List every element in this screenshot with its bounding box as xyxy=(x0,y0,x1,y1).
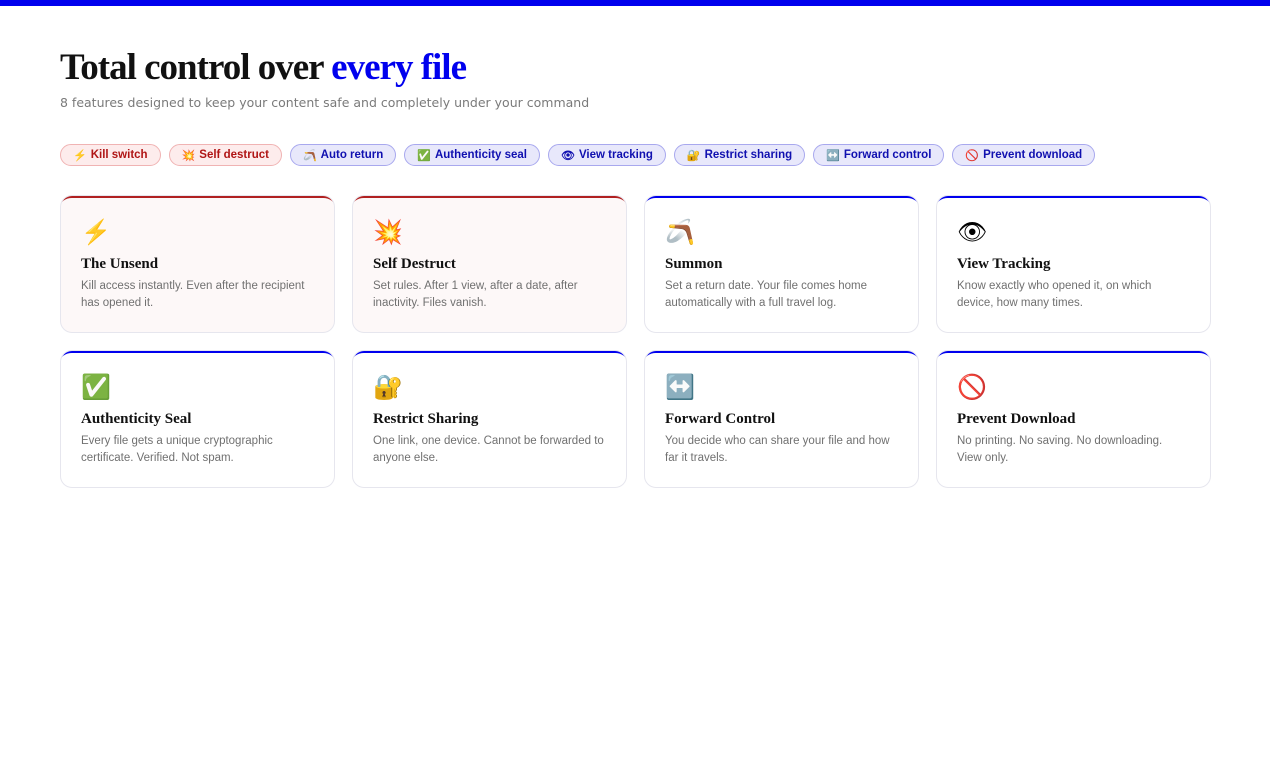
feature-card-description: Set rules. After 1 view, after a date, a… xyxy=(373,280,578,309)
feature-pill-label: Auto return xyxy=(320,149,384,161)
feature-pill-auto-return[interactable]: 🪃 Auto return xyxy=(289,144,397,166)
prohibited-icon: 🚫 xyxy=(957,374,987,401)
explosion-icon: 💥 xyxy=(181,149,196,162)
boomerang-icon: 🪃 xyxy=(302,149,317,162)
feature-card-title: The Unsend xyxy=(81,256,159,272)
checkmark-icon: ✅ xyxy=(81,374,111,401)
feature-pill-label: Forward control xyxy=(843,149,932,161)
lightning-icon: ⚡ xyxy=(81,219,111,246)
eye-icon: 👁 xyxy=(957,219,988,246)
left-right-arrow-icon: ↔️ xyxy=(826,149,840,162)
feature-card-summon: 🪃 Summon Set a return date. Your file come… xyxy=(644,195,919,333)
feature-pill-view-tracking[interactable]: 👁 View tracking xyxy=(548,144,666,166)
feature-card-self-destruct: 💥 Self Destruct Set rules. After 1 view, a… xyxy=(352,195,627,333)
feature-card-title: Self Destruct xyxy=(373,256,456,272)
page-title: Total control over every file xyxy=(60,46,467,89)
feature-card-description: No printing. No saving. No downloading. … xyxy=(957,435,1163,464)
feature-pill-kill-switch[interactable]: ⚡ Kill switch xyxy=(60,144,161,166)
feature-card-description: Know exactly who opened it, on which dev… xyxy=(957,280,1152,309)
feature-card-title: Prevent Download xyxy=(957,411,1076,427)
left-right-arrow-icon: ↔️ xyxy=(665,374,695,401)
page-title-accent: every file xyxy=(331,47,467,88)
feature-pill-label: Authenticity seal xyxy=(434,149,527,161)
feature-card-title: Summon xyxy=(665,256,723,272)
feature-card-title: View Tracking xyxy=(957,256,1051,272)
feature-pill-label: Prevent download xyxy=(983,149,1083,161)
checkmark-icon: ✅ xyxy=(417,149,431,162)
page-title-main: Total control over xyxy=(60,47,332,88)
feature-pill-label: Kill switch xyxy=(90,149,148,161)
feature-card-restrict-sharing: 🔐 Restrict Sharing One link, one device. C… xyxy=(352,350,627,488)
feature-card-view-tracking: 👁 View Tracking Know exactly who opened it… xyxy=(936,195,1211,333)
feature-card-the-unsend: ⚡ The Unsend Kill access instantly. Even a… xyxy=(60,195,335,333)
lock-key-icon: 🔐 xyxy=(686,149,701,162)
feature-pill-authenticity-seal[interactable]: ✅ Authenticity seal xyxy=(404,144,540,166)
eye-icon: 👁 xyxy=(561,149,575,162)
feature-card-description: One link, one device. Cannot be forwarde… xyxy=(373,435,604,464)
feature-pill-label: Self destruct xyxy=(199,149,269,161)
lock-key-icon: 🔐 xyxy=(373,374,403,401)
feature-cards-grid: ⚡ The Unsend Kill access instantly. Even a… xyxy=(60,195,1211,488)
feature-filter-pills: ⚡ Kill switch 💥 Self destruct 🪃 Auto return ✅ A… xyxy=(60,144,1096,166)
feature-card-description: Every file gets a unique cryptographic c… xyxy=(81,435,273,464)
feature-card-title: Forward Control xyxy=(665,411,776,427)
feature-card-title: Restrict Sharing xyxy=(373,411,479,427)
feature-pill-label: View tracking xyxy=(578,149,653,161)
feature-card-title: Authenticity Seal xyxy=(81,411,192,427)
page-subtitle: 8 features designed to keep your content… xyxy=(60,95,590,110)
feature-pill-forward-control[interactable]: ↔️ Forward control xyxy=(813,144,945,166)
feature-card-forward-control: ↔️ Forward Control You decide who can shar… xyxy=(644,350,919,488)
feature-pill-self-destruct[interactable]: 💥 Self destruct xyxy=(168,144,282,166)
feature-card-authenticity-seal: ✅ Authenticity Seal Every file gets a uniq… xyxy=(60,350,335,488)
feature-pill-prevent-download[interactable]: 🚫 Prevent download xyxy=(952,144,1096,166)
lightning-icon: ⚡ xyxy=(73,149,87,162)
explosion-icon: 💥 xyxy=(373,219,403,246)
feature-card-prevent-download: 🚫 Prevent Download No printing. No saving.… xyxy=(936,350,1211,488)
feature-card-description: You decide who can share your file and h… xyxy=(665,435,890,464)
feature-pill-restrict-sharing[interactable]: 🔐 Restrict sharing xyxy=(673,144,806,166)
feature-card-description: Set a return date. Your file comes home … xyxy=(665,280,868,309)
feature-pill-label: Restrict sharing xyxy=(704,149,793,161)
top-accent-bar xyxy=(0,0,1270,6)
boomerang-icon: 🪃 xyxy=(665,219,695,246)
prohibited-icon: 🚫 xyxy=(965,149,980,162)
feature-card-description: Kill access instantly. Even after the re… xyxy=(81,280,305,309)
